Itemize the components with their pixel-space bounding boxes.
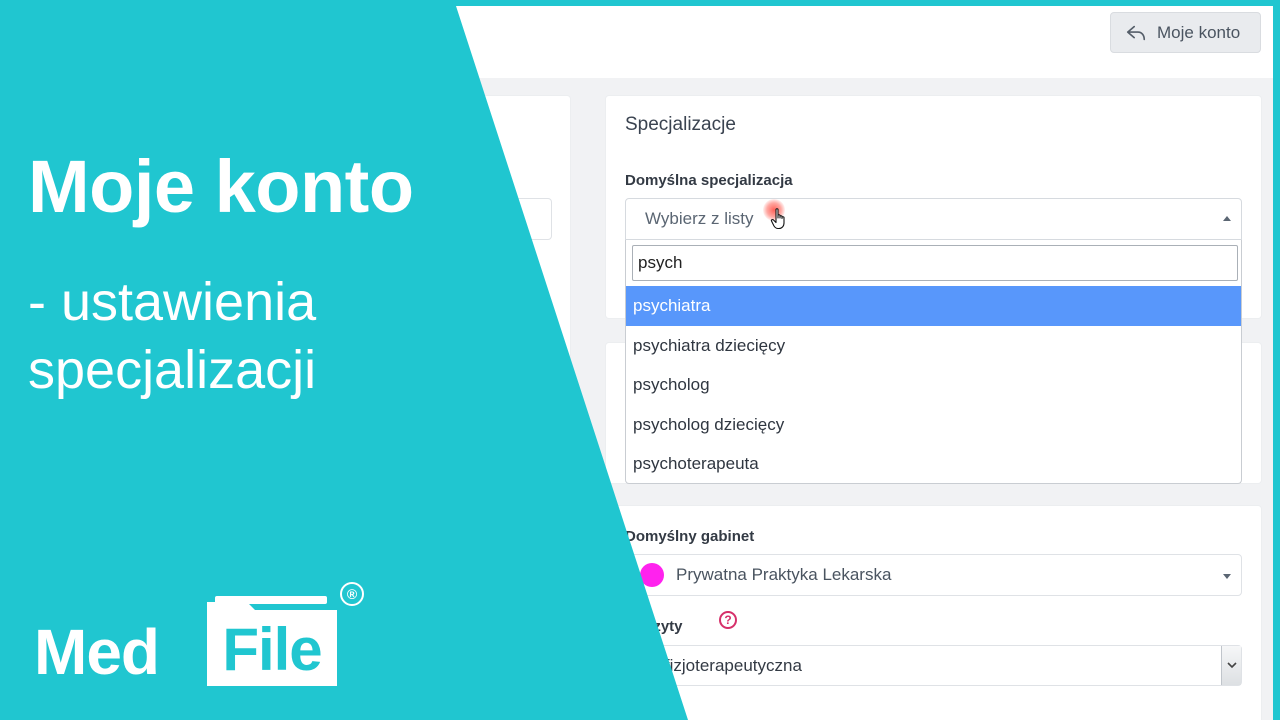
logo-text-file: File [222, 616, 322, 683]
specialization-dropdown: psychiatra psychiatra dziecięcy psycholo… [625, 240, 1242, 484]
logo-text-med: Med [34, 616, 160, 688]
select-placeholder: Wybierz z listy [645, 209, 754, 228]
default-office-select[interactable]: Prywatna Praktyka Lekarska [625, 554, 1242, 596]
caret-up-icon [1223, 216, 1231, 221]
specialization-search-input[interactable] [632, 245, 1238, 281]
visit-type-value: ta fizjoterapeutyczna [646, 655, 802, 675]
promo-subtitle-line2: specjalizacji [28, 340, 317, 400]
option-psycholog-dzieciecy[interactable]: psycholog dziecięcy [626, 405, 1241, 445]
office-value: Prywatna Praktyka Lekarska [676, 565, 892, 584]
option-psycholog[interactable]: psycholog [626, 365, 1241, 405]
visit-type-select[interactable]: ta fizjoterapeutyczna [625, 645, 1242, 686]
promo-subtitle: - ustawienia specjalizacji [28, 268, 316, 404]
top-bar [0, 0, 1280, 78]
help-icon[interactable]: ? [719, 611, 737, 629]
left-card-input[interactable] [470, 198, 552, 240]
caret-down-icon [1223, 574, 1231, 579]
option-psychoterapeuta[interactable]: psychoterapeuta [626, 444, 1241, 484]
promo-title: Moje konto [28, 145, 414, 228]
specializations-title: Specjalizacje [625, 114, 736, 135]
hand-cursor-icon [770, 208, 785, 230]
my-account-label: Moje konto [1157, 22, 1241, 42]
registered-mark: ® [340, 582, 364, 606]
my-account-button[interactable]: Moje konto [1110, 12, 1261, 53]
visit-type-label: a wizyty [625, 618, 683, 635]
promo-subtitle-line1: - ustawienia [28, 272, 317, 332]
select-arrow-icon[interactable] [1221, 646, 1241, 685]
option-psychiatra[interactable]: psychiatra [626, 286, 1241, 326]
default-specialization-label: Domyślna specjalizacja [625, 172, 793, 189]
bottom-field-label: dl ś i t [625, 706, 669, 720]
reply-arrow-icon [1126, 25, 1146, 40]
medfile-logo: Med File ® [34, 582, 374, 694]
office-color-dot [640, 563, 664, 587]
left-card [430, 96, 570, 720]
default-specialization-select[interactable]: Wybierz z listy [625, 198, 1242, 240]
option-psychiatra-dzieciecy[interactable]: psychiatra dziecięcy [626, 326, 1241, 366]
default-office-label: Domyślny gabinet [625, 528, 755, 545]
